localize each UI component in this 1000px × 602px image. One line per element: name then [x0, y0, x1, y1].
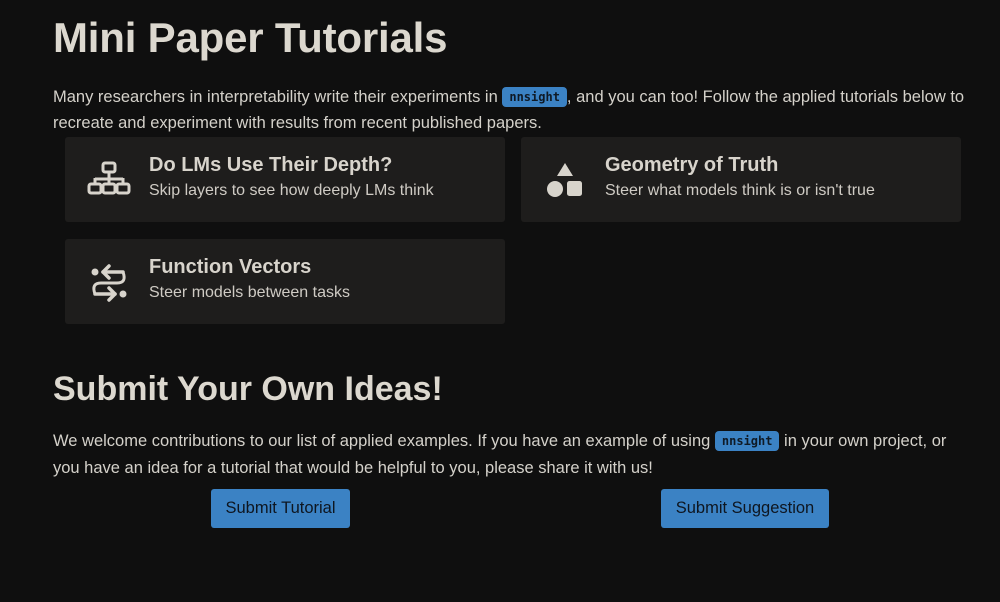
card-subtitle: Steer models between tasks — [149, 284, 350, 301]
tutorial-card-geometry-of-truth[interactable]: Geometry of Truth Steer what models thin… — [521, 137, 961, 222]
card-title: Function Vectors — [149, 256, 312, 278]
tutorial-card-lm-depth[interactable]: Do LMs Use Their Depth? Skip layers to s… — [65, 137, 505, 222]
page-title: Mini Paper Tutorials — [53, 14, 448, 61]
network-hierarchy-icon — [87, 159, 131, 203]
submit-text-before: We welcome contributions to our list of … — [53, 432, 715, 450]
submit-tutorial-button[interactable]: Submit Tutorial — [211, 489, 350, 528]
submit-paragraph: We welcome contributions to our list of … — [53, 428, 968, 482]
tutorial-card-function-vectors[interactable]: Function Vectors Steer models between ta… — [65, 239, 505, 324]
card-subtitle: Skip layers to see how deeply LMs think — [149, 182, 434, 199]
submit-suggestion-button[interactable]: Submit Suggestion — [661, 489, 829, 528]
nnsight-code-badge: nnsight — [714, 431, 780, 451]
intro-paragraph: Many researchers in interpretability wri… — [53, 84, 968, 136]
intro-text-before: Many researchers in interpretability wri… — [53, 88, 503, 106]
card-title: Do LMs Use Their Depth? — [149, 154, 393, 176]
page: Mini Paper Tutorials Many researchers in… — [0, 0, 1000, 602]
card-subtitle: Steer what models think is or isn't true — [605, 182, 875, 199]
submit-section-title: Submit Your Own Ideas! — [53, 370, 443, 408]
swap-arrows-icon — [87, 261, 131, 305]
shapes-icon — [543, 159, 587, 203]
card-title: Geometry of Truth — [605, 154, 779, 176]
nnsight-code-badge: nnsight — [502, 87, 567, 107]
